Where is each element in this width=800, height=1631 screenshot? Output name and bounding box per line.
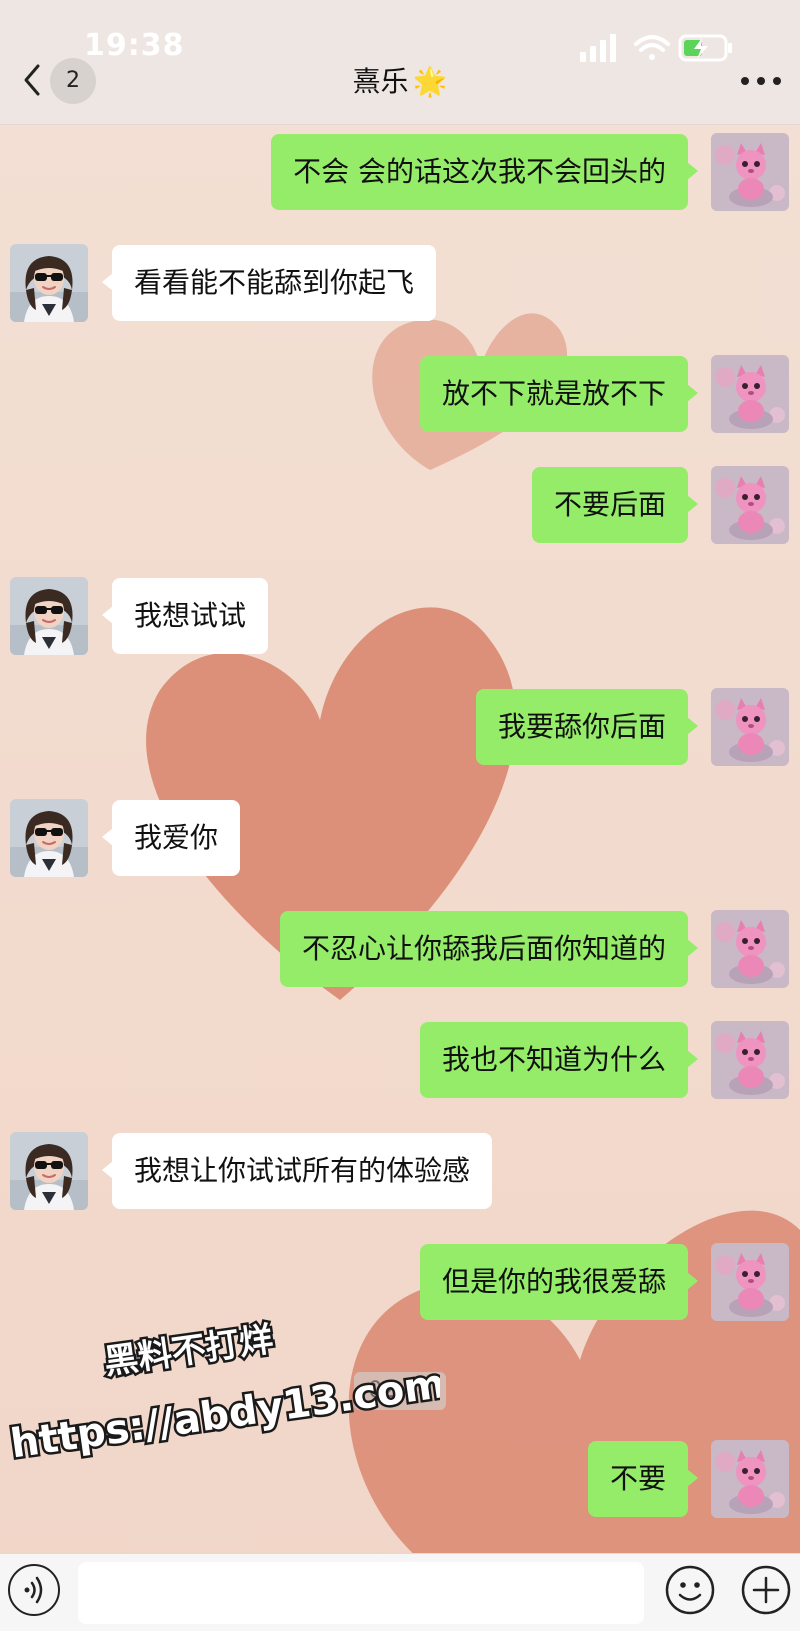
input-bar <box>0 1553 800 1631</box>
message-row-sent: 我要舔你后面 <box>0 688 800 768</box>
chat-screen: 19:38 2 熹乐 🌟 不会 会的话这次我不会回头的 看看能不能舔到你起飞 放… <box>0 0 800 1631</box>
voice-icon <box>24 1576 43 1604</box>
message-row-sent: 不会 会的话这次我不会回头的 <box>0 133 800 213</box>
message-input[interactable] <box>78 1562 644 1624</box>
received-message-bubble[interactable]: 我爱你 <box>101 800 241 876</box>
my-avatar[interactable] <box>711 1021 789 1099</box>
message-row-sent: 不要 <box>0 1440 800 1520</box>
wifi-icon <box>634 35 670 60</box>
my-avatar[interactable] <box>711 1440 789 1518</box>
sent-message-bubble[interactable]: 放不下就是放不下 <box>419 356 699 432</box>
sent-message-bubble[interactable]: 我也不知道为什么 <box>419 1022 699 1098</box>
status-icons <box>580 34 732 62</box>
chat-title: 熹乐 🌟 <box>300 60 500 100</box>
received-message-bubble[interactable]: 我想试试 <box>101 578 269 654</box>
message-row-received: 看看能不能舔到你起飞 <box>0 244 800 324</box>
message-row-sent: 不忍心让你舔我后面你知道的 <box>0 910 800 990</box>
sent-message-bubble[interactable]: 但是你的我很爱舔 <box>419 1244 699 1320</box>
battery-icon <box>678 34 732 62</box>
my-avatar[interactable] <box>711 910 789 988</box>
back-button[interactable]: 2 <box>14 56 104 104</box>
message-row-sent: 放不下就是放不下 <box>0 355 800 435</box>
more-dots-icon[interactable] <box>736 70 786 92</box>
my-avatar[interactable] <box>711 1243 789 1321</box>
emoji-icon[interactable] <box>664 1564 716 1616</box>
message-timestamp: 02:44 <box>354 1372 446 1410</box>
contact-avatar[interactable] <box>10 577 88 655</box>
sent-message-bubble[interactable]: 不要 <box>587 1441 699 1517</box>
received-message-bubble[interactable]: 看看能不能舔到你起飞 <box>101 245 437 321</box>
signal-icon <box>580 34 616 62</box>
sent-message-bubble[interactable]: 不忍心让你舔我后面你知道的 <box>279 911 699 987</box>
my-avatar[interactable] <box>711 688 789 766</box>
sent-message-bubble[interactable]: 不会 会的话这次我不会回头的 <box>271 134 698 210</box>
contact-name: 熹乐 <box>352 65 409 98</box>
my-avatar[interactable] <box>711 355 789 433</box>
message-row-received: 我想让你试试所有的体验感 <box>0 1132 800 1212</box>
plus-icon[interactable] <box>740 1564 792 1616</box>
contact-avatar[interactable] <box>10 1132 88 1210</box>
voice-button[interactable] <box>8 1564 60 1616</box>
message-row-sent: 不要后面 <box>0 466 800 546</box>
contact-avatar[interactable] <box>10 244 88 322</box>
message-row-sent: 但是你的我很爱舔 <box>0 1243 800 1323</box>
message-row-sent: 我也不知道为什么 <box>0 1021 800 1101</box>
received-message-bubble[interactable]: 我想让你试试所有的体验感 <box>101 1133 493 1209</box>
message-row-received: 我爱你 <box>0 799 800 879</box>
my-avatar[interactable] <box>711 466 789 544</box>
star-emoji-icon: 🌟 <box>412 65 448 98</box>
my-avatar[interactable] <box>711 133 789 211</box>
sent-message-bubble[interactable]: 不要后面 <box>531 467 699 543</box>
unread-count-badge: 2 <box>50 58 96 104</box>
sent-message-bubble[interactable]: 我要舔你后面 <box>475 689 699 765</box>
contact-avatar[interactable] <box>10 799 88 877</box>
message-row-received: 我想试试 <box>0 577 800 657</box>
chevron-left-icon <box>24 64 40 96</box>
navigation-bar: 19:38 2 熹乐 🌟 <box>0 0 800 125</box>
